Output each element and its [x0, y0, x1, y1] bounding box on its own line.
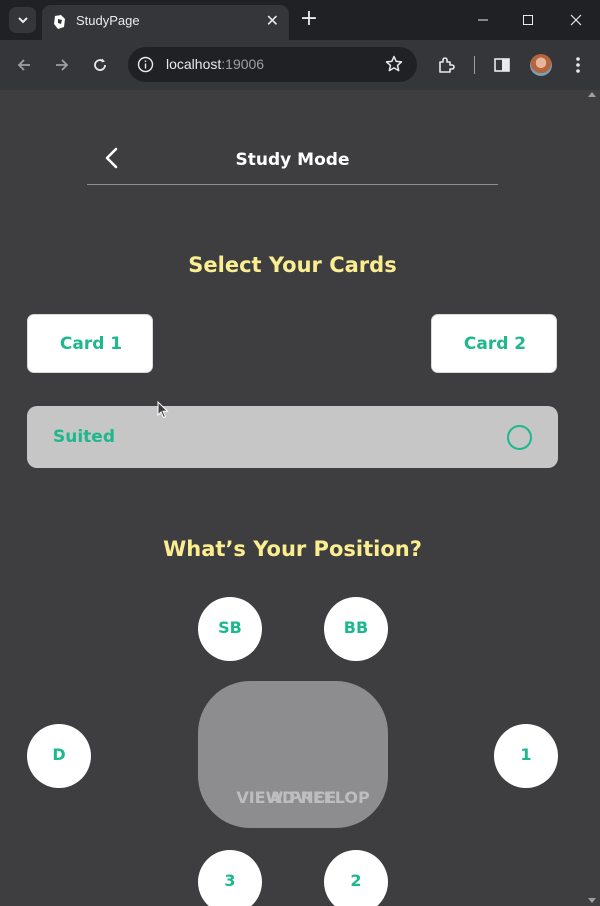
advice-label-line-2: ADVICE	[269, 788, 337, 807]
kebab-menu-icon[interactable]	[566, 53, 590, 77]
url-port: :19006	[221, 56, 265, 72]
toolbar-divider	[474, 56, 475, 74]
new-tab-icon[interactable]: +	[299, 7, 319, 33]
vertical-scrollbar[interactable]	[585, 90, 600, 906]
card-1-label: Card 1	[59, 334, 123, 354]
position-heading: What’s Your Position?	[163, 537, 422, 561]
seat-1-label: 1	[520, 745, 532, 764]
seat-3-label: 3	[224, 871, 236, 890]
close-tab-icon[interactable]: ✕	[266, 11, 279, 30]
address-bar[interactable]: localhost:19006	[128, 47, 417, 82]
page-header: Study Mode	[87, 130, 498, 185]
back-arrow-icon[interactable]	[12, 53, 36, 77]
seat-dealer-button[interactable]: D	[27, 724, 91, 788]
url-text: localhost:19006	[166, 56, 264, 72]
scroll-up-arrow-icon[interactable]	[588, 92, 596, 97]
card-2-label: Card 2	[463, 334, 527, 354]
card-2-button[interactable]: Card 2	[431, 314, 557, 373]
browser-tab[interactable]: StudyPage ✕	[42, 5, 289, 40]
seat-2-label: 2	[350, 871, 362, 890]
browser-toolbar: localhost:19006	[0, 40, 600, 90]
bookmark-star-icon[interactable]	[385, 55, 403, 73]
maximize-icon[interactable]	[517, 9, 539, 31]
seat-dealer-label: D	[52, 745, 66, 764]
url-host: localhost	[166, 56, 222, 72]
seat-sb-button[interactable]: SB	[198, 597, 262, 661]
scroll-down-arrow-icon[interactable]	[588, 898, 596, 903]
extensions-icon[interactable]	[434, 53, 458, 77]
seat-sb-label: SB	[218, 618, 242, 637]
app-favicon-icon	[54, 15, 65, 29]
seat-bb-button[interactable]: BB	[324, 597, 388, 661]
view-preflop-advice-button[interactable]: VIEW PREFLOP ADVICE	[198, 681, 388, 828]
minimize-icon[interactable]	[472, 9, 494, 31]
side-panel-icon[interactable]	[490, 53, 514, 77]
suited-label: Suited	[53, 427, 115, 447]
card-1-button[interactable]: Card 1	[27, 314, 153, 373]
seat-2-button[interactable]: 2	[324, 850, 388, 906]
reload-icon[interactable]	[88, 53, 112, 77]
seat-3-button[interactable]: 3	[198, 850, 262, 906]
profile-avatar[interactable]	[530, 54, 552, 76]
chevron-down-icon	[17, 17, 28, 24]
tab-title: StudyPage	[76, 13, 140, 28]
forward-arrow-icon[interactable]	[50, 53, 74, 77]
advice-label: VIEW PREFLOP ADVICE	[208, 733, 378, 807]
tab-search-button[interactable]	[9, 7, 36, 33]
seat-bb-label: BB	[343, 618, 369, 637]
site-info-icon[interactable]	[137, 56, 154, 73]
page-title: Study Mode	[235, 150, 350, 170]
seat-1-button[interactable]: 1	[494, 724, 558, 788]
mouse-pointer-icon	[157, 401, 169, 419]
browser-tab-strip: StudyPage ✕ +	[0, 0, 600, 40]
suited-radio-button[interactable]	[507, 425, 532, 450]
window-close-icon[interactable]	[565, 9, 587, 31]
cards-heading: Select Your Cards	[188, 253, 397, 277]
page-viewport: Study Mode Select Your Cards Card 1 Card…	[0, 90, 600, 906]
suited-toggle[interactable]: Suited	[27, 406, 558, 468]
